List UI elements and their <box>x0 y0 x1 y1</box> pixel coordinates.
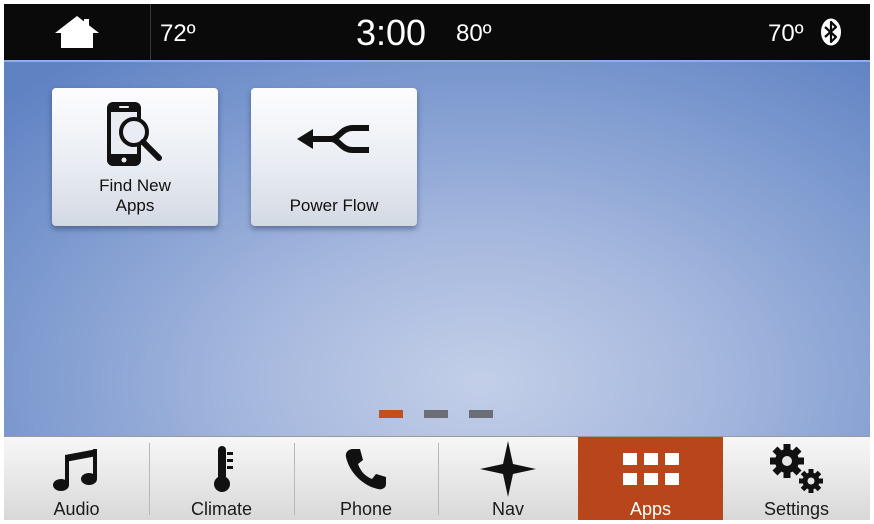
home-icon <box>55 16 99 48</box>
phone-search-icon <box>52 100 218 172</box>
nav-label: Climate <box>190 499 252 519</box>
nav-label: Settings <box>763 499 830 519</box>
status-bar: 72º 3:00 80º 70º <box>4 4 870 60</box>
nav-settings[interactable]: Settings <box>723 437 870 520</box>
nav-label: Audio <box>53 499 100 519</box>
status-divider <box>150 4 151 60</box>
driver-temperature[interactable]: 72º <box>160 22 195 46</box>
bluetooth-icon <box>821 18 841 46</box>
nav-climate[interactable]: Climate <box>149 437 294 520</box>
page-indicator[interactable] <box>424 410 448 418</box>
nav-label: Nav <box>491 499 524 519</box>
nav-nav[interactable]: Nav <box>438 437 578 520</box>
bottom-nav: Audio Climate Phone Nav Apps Settings <box>4 436 870 520</box>
clock: 3:00 <box>356 12 427 53</box>
music-note-icon <box>4 445 149 493</box>
apps-screen: Find New Apps Power Flow <box>4 60 870 438</box>
nav-phone[interactable]: Phone <box>294 437 438 520</box>
sync-screen: 72º 3:00 80º 70º Find New Apps Power Flo… <box>4 4 870 520</box>
nav-label: Apps <box>629 499 672 519</box>
nav-audio[interactable]: Audio <box>4 437 149 520</box>
tile-label: Find New Apps <box>99 176 171 215</box>
page-indicator[interactable] <box>379 410 403 418</box>
passenger-temperature[interactable]: 70º <box>768 22 803 46</box>
compass-star-icon <box>438 441 578 497</box>
power-flow-icon <box>251 122 417 156</box>
tile-label: Power Flow <box>289 196 379 215</box>
nav-label: Phone <box>339 499 393 519</box>
phone-icon <box>294 445 438 493</box>
grid-icon <box>578 445 723 493</box>
nav-apps[interactable]: Apps <box>578 437 723 520</box>
thermometer-icon <box>149 445 294 493</box>
outside-temperature: 80º <box>456 20 492 47</box>
page-indicator[interactable] <box>469 410 493 418</box>
gears-icon <box>723 444 870 493</box>
find-new-apps-tile[interactable]: Find New Apps <box>52 88 218 226</box>
power-flow-tile[interactable]: Power Flow <box>251 88 417 226</box>
home-button[interactable] <box>4 4 150 60</box>
